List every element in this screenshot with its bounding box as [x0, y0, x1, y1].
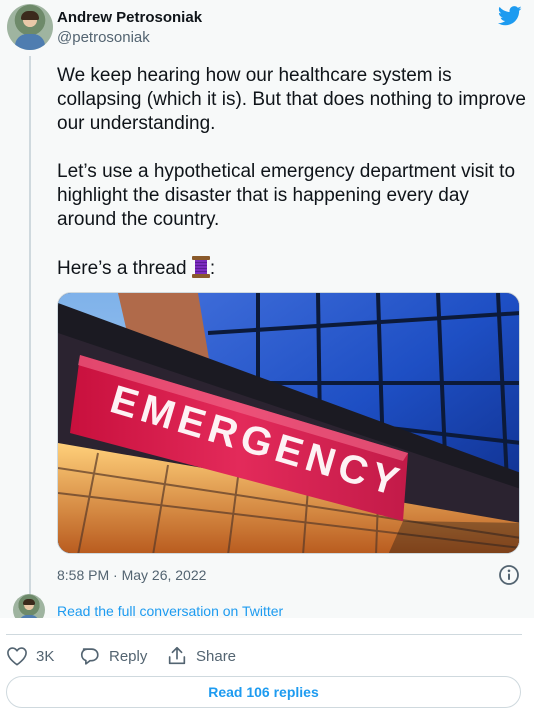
embedded-tweet-card: Andrew Petrosoniak @petrosoniak We keep … — [0, 0, 534, 711]
thread-intro-colon: : — [209, 258, 216, 279]
tweet-paragraph-2: Let’s use a hypothetical emergency depar… — [57, 161, 521, 230]
reply-bubble-icon — [80, 648, 99, 665]
author-handle[interactable]: @petrosoniak — [57, 29, 150, 47]
info-icon[interactable] — [498, 564, 520, 586]
tweet-actions-area: 3K Reply Share Read 106 replies — [0, 618, 534, 711]
twitter-logo-icon[interactable] — [498, 6, 522, 26]
divider — [6, 634, 522, 635]
author-avatar[interactable] — [7, 4, 53, 50]
tweet-timestamp[interactable]: 8:58 PM · May 26, 2022 — [57, 566, 206, 584]
like-button[interactable]: 3K — [6, 644, 54, 668]
reply-label: Reply — [109, 647, 148, 665]
share-button[interactable]: Share — [166, 644, 236, 668]
tweet-body: We keep hearing how our healthcare syste… — [57, 64, 527, 281]
reply-button[interactable]: Reply — [79, 644, 147, 668]
emergency-sign-image: EMERGENCY — [58, 293, 519, 553]
avatar-shirt — [15, 34, 45, 50]
read-replies-button[interactable]: Read 106 replies — [6, 676, 521, 708]
share-icon — [168, 646, 186, 665]
heart-icon — [7, 647, 27, 666]
share-label: Share — [196, 647, 237, 665]
spool-of-thread-icon — [191, 256, 210, 278]
avatar-hair — [21, 11, 39, 20]
author-name[interactable]: Andrew Petrosoniak — [57, 9, 202, 27]
tweet-paragraph-1: We keep hearing how our healthcare syste… — [57, 65, 532, 134]
tweet-paragraph-3: Here’s a thread : — [57, 256, 527, 281]
tweet-photo[interactable]: EMERGENCY — [57, 292, 520, 554]
like-count: 3K — [36, 647, 55, 665]
thread-connector-line — [29, 56, 31, 596]
thread-intro-text: Here’s a thread — [57, 258, 192, 279]
